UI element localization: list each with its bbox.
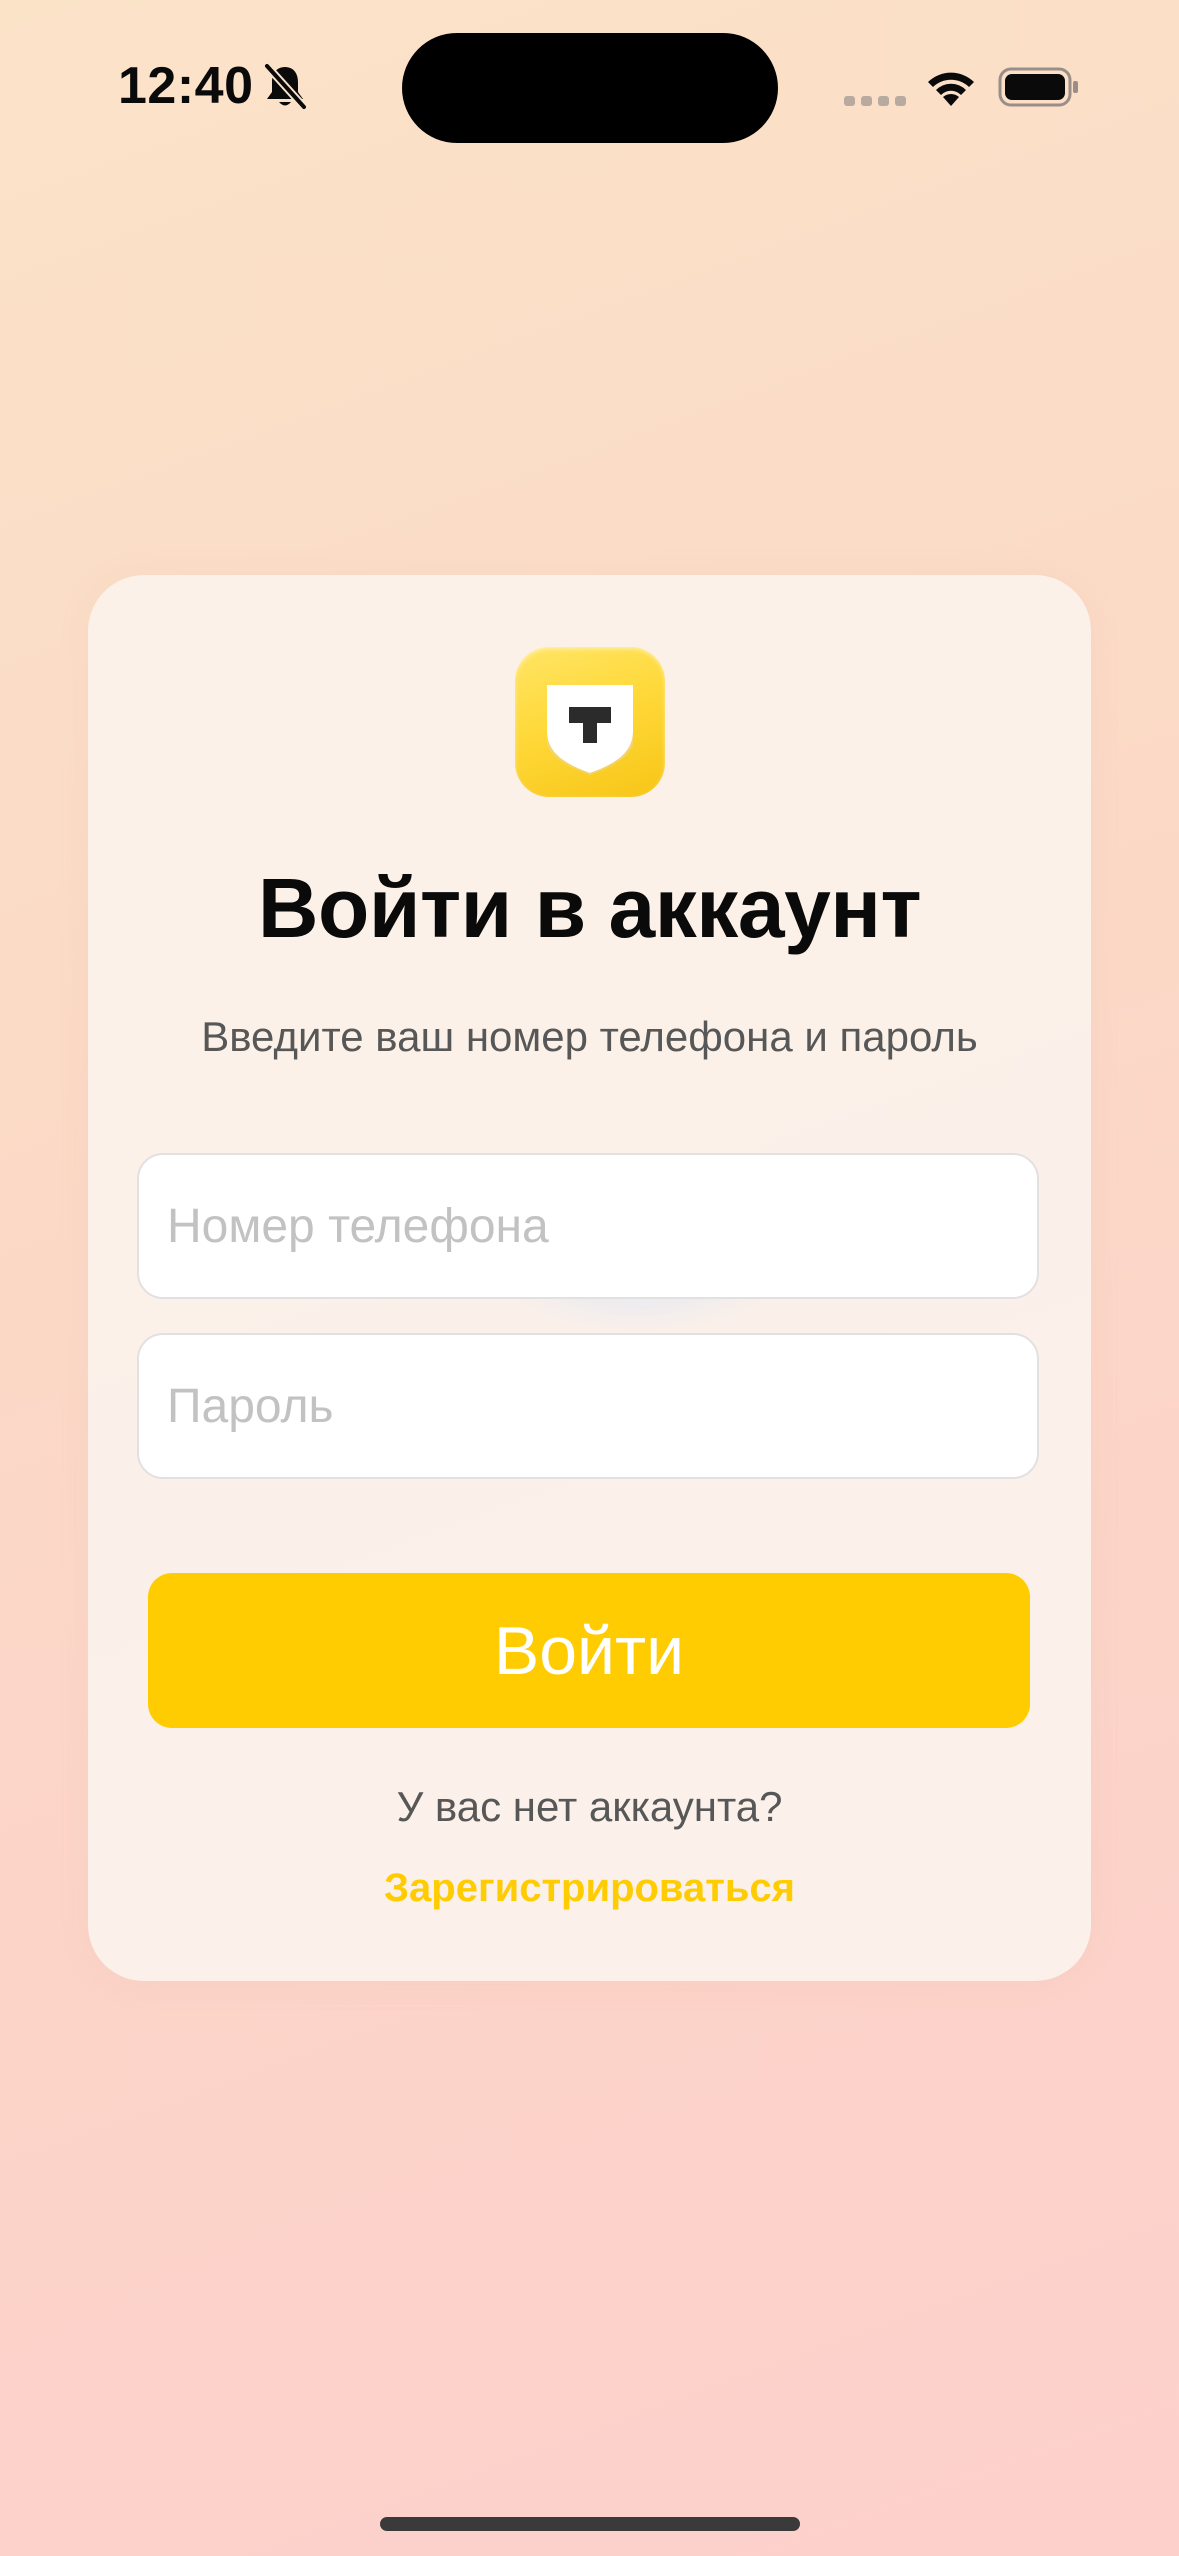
dynamic-island (402, 33, 778, 143)
no-account-text: У вас нет аккаунта? (396, 1783, 783, 1830)
register-link[interactable]: Зарегистрироваться (88, 1866, 1091, 1911)
wifi-icon (924, 66, 978, 108)
login-card: Войти в аккаунт Введите ваш номер телефо… (88, 575, 1091, 1981)
bell-slash-icon (262, 62, 308, 111)
home-indicator[interactable] (380, 2517, 800, 2531)
phone-input[interactable] (137, 1153, 1039, 1299)
password-input[interactable] (137, 1333, 1039, 1479)
page-title: Войти в аккаунт (257, 861, 922, 955)
app-logo (515, 647, 665, 797)
page-subtitle: Введите ваш номер телефона и пароль (201, 1013, 978, 1060)
login-button[interactable]: Войти (148, 1573, 1030, 1728)
battery-icon (998, 66, 1080, 108)
status-bar: 12:40 (0, 0, 1179, 170)
cellular-signal-icon (844, 94, 906, 108)
status-time: 12:40 (118, 57, 254, 115)
